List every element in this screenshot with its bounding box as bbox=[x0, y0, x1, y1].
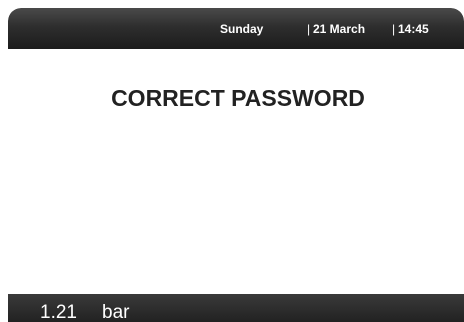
status-date: 21 March bbox=[313, 22, 366, 36]
status-separator-right: | bbox=[392, 22, 396, 36]
status-bar: Sunday | 21 March | 14:45 bbox=[8, 8, 464, 49]
status-time: 14:45 bbox=[398, 22, 429, 36]
message-panel: CORRECT PASSWORD bbox=[8, 49, 464, 294]
pressure-value: 1.21 bbox=[40, 302, 77, 322]
device-screen: Sunday | 21 March | 14:45 CORRECT PASSWO… bbox=[8, 8, 464, 322]
pressure-unit: bar bbox=[102, 302, 130, 322]
status-day: Sunday bbox=[220, 22, 264, 36]
status-separator-left: | bbox=[307, 22, 311, 36]
pressure-bar: 1.21 bar bbox=[8, 294, 464, 322]
password-status-message: CORRECT PASSWORD bbox=[111, 85, 365, 111]
